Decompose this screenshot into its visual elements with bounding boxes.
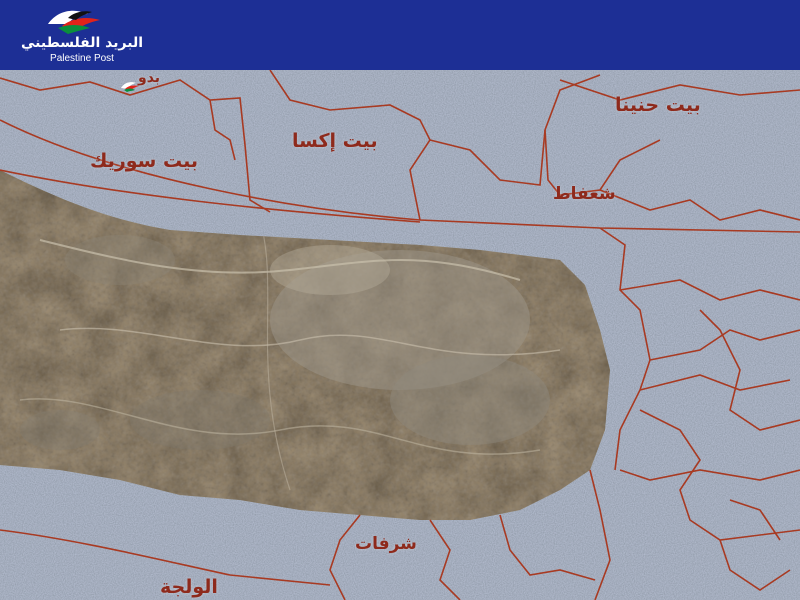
place-label-biddu: بدو bbox=[138, 70, 161, 86]
brand-name-english: Palestine Post bbox=[50, 53, 114, 64]
satellite-map[interactable]: بدو بيت حنينا بيت إكسا بيت سوريك شعفاط ش… bbox=[0, 70, 800, 600]
place-label-beit-hanina: بيت حنينا bbox=[615, 94, 701, 116]
place-label-shuafat: شعفاط bbox=[553, 184, 616, 204]
header-bar: البريد الفلسطيني Palestine Post bbox=[0, 0, 800, 70]
place-label-al-walaja: الولجة bbox=[160, 576, 218, 598]
bird-logo-icon bbox=[48, 10, 100, 34]
place-label-beit-iksa: بيت إكسا bbox=[292, 130, 378, 152]
post-office-marker-icon[interactable] bbox=[120, 80, 140, 92]
place-label-sharafat: شرفات bbox=[355, 534, 417, 554]
brand-name-arabic: البريد الفلسطيني bbox=[20, 35, 144, 51]
palestine-post-logo[interactable]: البريد الفلسطيني Palestine Post bbox=[8, 2, 156, 68]
place-label-beit-surik: بيت سوريك bbox=[90, 150, 198, 172]
